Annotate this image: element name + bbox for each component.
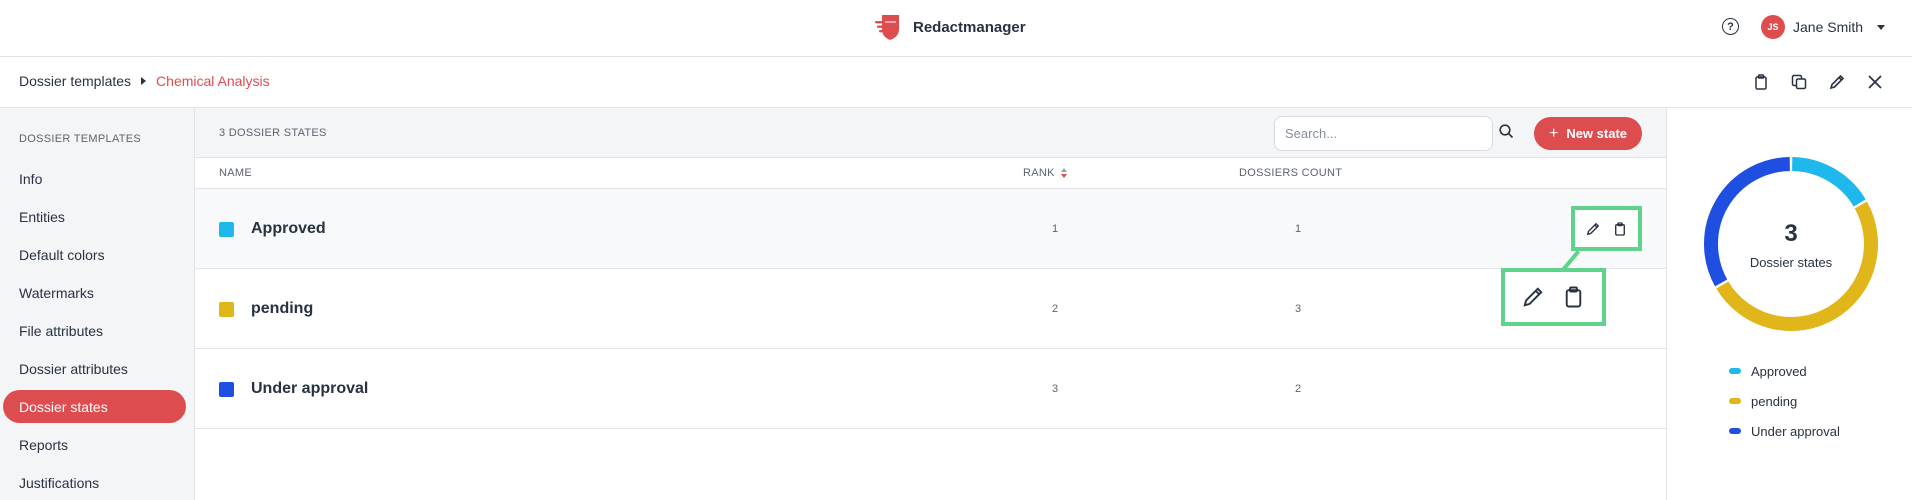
copy-icon [1791,74,1807,90]
brand[interactable]: Redactmanager [873,12,1026,42]
column-rank-label: RANK [1023,167,1055,179]
breadcrumb-current[interactable]: Chemical Analysis [156,73,270,89]
redactmanager-logo-icon [875,15,899,40]
clone-template-button[interactable] [1788,71,1810,93]
column-rank[interactable]: RANK [1023,167,1067,179]
sort-icon [1060,168,1067,178]
row-actions-zoom [1501,268,1606,326]
table-row[interactable]: Under approval 3 2 [195,349,1666,429]
chevron-down-icon [1877,24,1886,30]
column-dossiers-count-label: DOSSIERS COUNT [1239,167,1343,179]
delete-state-button-zoom[interactable] [1563,286,1585,308]
sidebar-item-dossier-attributes[interactable]: Dossier attributes [3,352,186,385]
close-button[interactable] [1864,71,1886,93]
sidebar-item-file-attributes[interactable]: File attributes [3,314,186,347]
template-actions [1750,71,1886,93]
state-name: Approved [251,220,326,237]
trash-icon [1615,221,1626,236]
state-color-swatch [219,222,234,237]
user-name: Jane Smith [1793,19,1864,35]
top-bar: Redactmanager ? JS Jane Smith [0,0,1912,57]
delete-state-button[interactable] [1609,218,1631,240]
edit-state-button-zoom[interactable] [1522,286,1544,308]
legend-label: Approved [1751,363,1807,379]
table-row[interactable]: Approved 1 1 [195,189,1666,269]
sidebar-item-reports[interactable]: Reports [3,428,186,461]
sidebar-item-justifications[interactable]: Justifications [3,466,186,499]
sidebar-item-entities[interactable]: Entities [3,200,186,233]
summary-panel: 3 Dossier states Approved pending Under … [1666,108,1912,500]
table-row[interactable]: pending 2 3 [195,269,1666,349]
legend-item-under-approval: Under approval [1729,416,1840,446]
close-icon [1868,75,1882,89]
state-dossiers-count: 1 [1294,223,1302,235]
state-rank: 2 [1051,303,1059,315]
column-headers [195,158,1666,189]
legend-item-approved: Approved [1729,356,1840,386]
state-name: pending [251,300,314,317]
trash-icon [1566,286,1582,308]
trash-icon [1755,74,1767,90]
state-name: Under approval [251,380,369,397]
help-icon[interactable]: ? [1722,18,1739,35]
state-color-swatch [219,382,234,397]
sidebar-item-info[interactable]: Info [3,162,186,195]
sidebar-item-dossier-states[interactable]: Dossier states [3,390,186,423]
legend-item-pending: pending [1729,386,1840,416]
sidebar-title: DOSSIER TEMPLATES [19,133,142,145]
state-dossiers-count: 3 [1294,303,1302,315]
legend-swatch [1729,428,1741,434]
pencil-icon [1829,74,1845,90]
legend-swatch [1729,398,1741,404]
donut-label: Dossier states [1749,255,1833,270]
pencil-icon [1523,287,1543,307]
plus-icon: + [1548,124,1559,142]
state-color-swatch [219,302,234,317]
state-rank: 3 [1051,383,1059,395]
main-content: 3 DOSSIER STATES + New state NAME RANK D… [195,108,1666,500]
column-name[interactable]: NAME [219,167,252,179]
list-header: 3 DOSSIER STATES + New state [195,108,1666,158]
new-state-label: New state [1566,126,1628,141]
pencil-icon [1586,222,1599,235]
legend-swatch [1729,368,1741,374]
row-actions [1571,206,1642,251]
state-dossiers-count: 2 [1294,383,1302,395]
sidebar: DOSSIER TEMPLATES Info Entities Default … [0,108,195,500]
column-dossiers-count[interactable]: DOSSIERS COUNT [1239,167,1342,179]
breadcrumb: Dossier templates Chemical Analysis [19,73,270,89]
breadcrumb-bar: Dossier templates Chemical Analysis [0,57,1912,108]
column-name-label: NAME [219,167,252,179]
avatar: JS [1761,15,1785,39]
sidebar-item-watermarks[interactable]: Watermarks [3,276,186,309]
state-rank: 1 [1051,223,1059,235]
edit-template-button[interactable] [1826,71,1848,93]
legend-label: Under approval [1751,423,1840,439]
donut-slice-approved [1791,157,1866,207]
donut-total: 3 [1784,220,1798,247]
edit-state-button[interactable] [1582,218,1604,240]
states-count: 3 DOSSIER STATES [219,127,327,139]
new-state-button[interactable]: + New state [1534,117,1642,150]
breadcrumb-dossier-templates[interactable]: Dossier templates [19,73,131,89]
chevron-right-icon [141,77,147,85]
chart-legend: Approved pending Under approval [1729,356,1840,446]
sidebar-item-default-colors[interactable]: Default colors [3,238,186,271]
user-menu[interactable]: JS Jane Smith [1761,15,1886,39]
search-input[interactable] [1274,116,1493,151]
legend-label: pending [1751,393,1798,409]
delete-template-button[interactable] [1750,71,1772,93]
search-icon[interactable] [1499,124,1514,144]
brand-name: Redactmanager [913,18,1026,36]
